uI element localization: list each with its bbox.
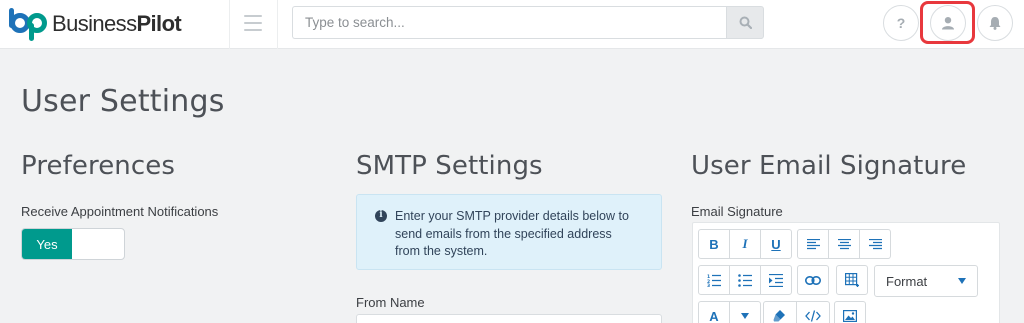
clear-format-icon xyxy=(773,310,785,322)
ordered-list-icon: 123 xyxy=(707,274,721,287)
svg-text:3: 3 xyxy=(707,283,710,287)
navbar-divider xyxy=(229,0,230,49)
link-button[interactable] xyxy=(797,265,829,295)
underline-button[interactable]: U xyxy=(760,229,792,259)
page-title: User Settings xyxy=(21,84,225,119)
list-group: 123 xyxy=(698,265,792,295)
align-center-button[interactable] xyxy=(828,229,860,259)
link-icon xyxy=(805,275,821,285)
bold-button[interactable]: B xyxy=(698,229,730,259)
dropdown-caret-icon xyxy=(958,278,966,284)
align-center-icon xyxy=(837,238,851,249)
preferences-heading: Preferences xyxy=(21,151,176,181)
font-color-group: A xyxy=(698,301,761,323)
notifications-label: Receive Appointment Notifications xyxy=(21,204,219,219)
email-signature-label: Email Signature xyxy=(691,204,783,219)
smtp-info-alert: i Enter your SMTP provider details below… xyxy=(356,194,662,270)
search-bar xyxy=(292,6,764,39)
alignment-group xyxy=(797,229,891,259)
logo-mark-icon xyxy=(8,6,50,42)
top-navbar: BusinessPilot ? xyxy=(0,0,1024,49)
from-name-label: From Name xyxy=(356,295,425,310)
misc-group xyxy=(763,301,830,323)
font-color-button[interactable]: A xyxy=(698,301,730,323)
smtp-info-line: send emails from the specified address xyxy=(395,226,612,241)
dropdown-caret-icon xyxy=(741,313,749,319)
code-view-button[interactable] xyxy=(796,301,830,323)
search-input[interactable] xyxy=(292,6,726,39)
image-icon xyxy=(843,310,857,322)
unordered-list-icon xyxy=(738,273,752,287)
bell-icon xyxy=(989,17,1001,30)
search-button[interactable] xyxy=(726,6,764,39)
align-left-button[interactable] xyxy=(797,229,829,259)
smtp-heading: SMTP Settings xyxy=(356,151,543,181)
signature-editor[interactable]: B I U 123 Format A xyxy=(692,222,1000,323)
table-icon xyxy=(845,273,859,287)
insert-image-button[interactable] xyxy=(834,301,866,323)
help-button[interactable]: ? xyxy=(883,5,919,41)
clear-format-button[interactable] xyxy=(763,301,797,323)
indent-icon xyxy=(769,273,783,287)
align-right-button[interactable] xyxy=(859,229,891,259)
smtp-info-line: from the system. xyxy=(395,244,488,258)
format-dropdown[interactable]: Format xyxy=(874,265,978,297)
brand-logo[interactable]: BusinessPilot xyxy=(8,6,182,42)
highlight-box xyxy=(920,1,975,44)
notifications-toggle[interactable]: Yes xyxy=(21,228,125,260)
text-style-group: B I U xyxy=(698,229,792,259)
help-icon: ? xyxy=(896,15,906,31)
indent-button[interactable] xyxy=(760,265,792,295)
signature-heading: User Email Signature xyxy=(691,151,967,181)
search-icon xyxy=(739,16,752,29)
align-left-icon xyxy=(806,238,820,249)
font-color-dropdown[interactable] xyxy=(729,301,761,323)
navbar-divider xyxy=(277,0,278,49)
menu-icon[interactable] xyxy=(244,15,262,33)
code-view-icon xyxy=(805,310,821,322)
brand-name: BusinessPilot xyxy=(52,11,182,36)
toggle-yes-option[interactable]: Yes xyxy=(22,229,72,259)
align-right-icon xyxy=(868,238,882,249)
ordered-list-button[interactable]: 123 xyxy=(698,265,730,295)
from-name-input[interactable] xyxy=(356,314,662,323)
format-label: Format xyxy=(886,273,928,289)
table-button[interactable] xyxy=(836,265,868,295)
italic-button[interactable]: I xyxy=(729,229,761,259)
notifications-button[interactable] xyxy=(977,5,1013,41)
unordered-list-button[interactable] xyxy=(729,265,761,295)
smtp-info-line: Enter your SMTP provider details below t… xyxy=(395,209,629,223)
info-icon: i xyxy=(375,210,387,222)
